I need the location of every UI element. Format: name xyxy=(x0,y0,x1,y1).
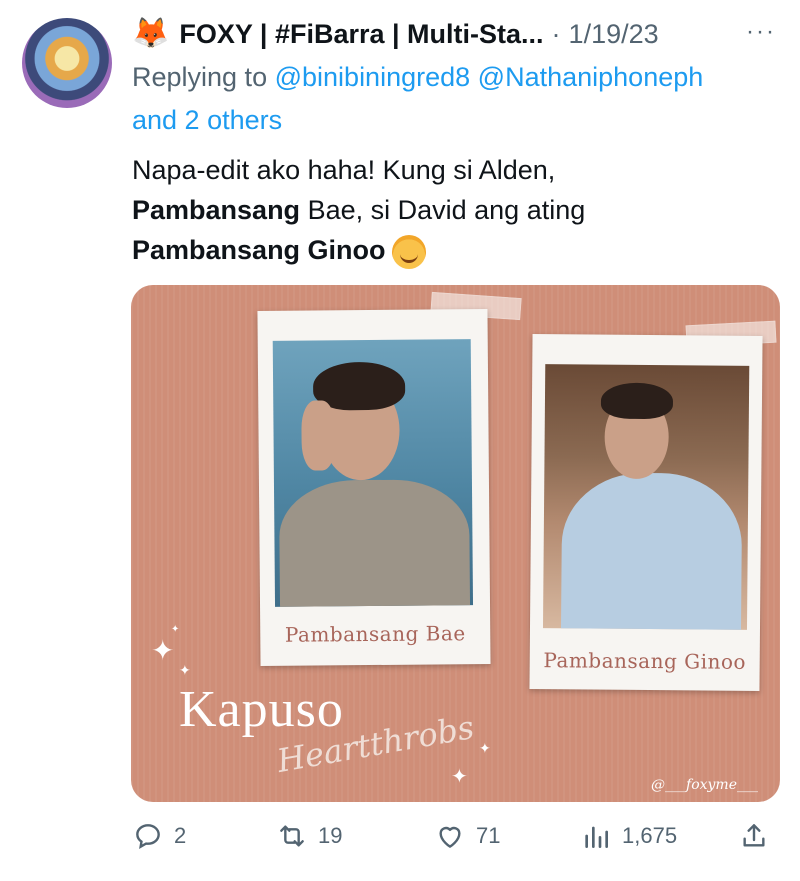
views-button[interactable]: 1,675 xyxy=(580,820,677,852)
retweet-count: 19 xyxy=(318,823,343,848)
photo-david xyxy=(542,364,750,630)
retweet-icon xyxy=(280,825,304,847)
sparkle-icon: ✦ xyxy=(179,662,191,678)
like-button[interactable]: 71 xyxy=(434,820,500,852)
replying-to-label: Replying to xyxy=(132,62,268,92)
hoodie-shape xyxy=(278,479,471,607)
views-count: 1,675 xyxy=(622,823,678,848)
sparkle-icon: ✦ xyxy=(151,635,175,666)
reply-icon xyxy=(136,824,160,849)
tweet-media-image[interactable]: Pambansang Bae Pambansang Ginoo ✦ ✦ ✦ Ka… xyxy=(131,285,780,802)
polaroid-left: Pambansang Bae xyxy=(257,309,491,666)
avatar[interactable] xyxy=(22,18,112,108)
fox-emoji-icon: 🦊 xyxy=(132,17,170,50)
display-name[interactable]: FOXY | #FiBarra | Multi-Sta... xyxy=(179,19,543,50)
tweet-date[interactable]: 1/19/23 xyxy=(569,19,659,50)
tweet-text: Napa-edit ako haha! Kung si Alden, Pamba… xyxy=(132,150,752,270)
reply-button[interactable]: 2 xyxy=(132,820,186,852)
sparkle-icon: ✦ xyxy=(171,624,180,635)
shirt-shape xyxy=(560,472,743,630)
more-options-icon[interactable]: ··· xyxy=(746,18,776,46)
retweet-button[interactable]: 19 xyxy=(276,820,342,852)
photo-caption: Pambansang Bae xyxy=(284,621,466,647)
share-button[interactable] xyxy=(738,820,770,852)
tweet-actions: 2 19 71 1,675 xyxy=(132,815,782,857)
replying-to: Replying to @binibiningred8 @Nathaniphon… xyxy=(132,56,782,142)
mention-link[interactable]: @Nathaniphoneph xyxy=(478,62,704,92)
smiling-face-with-hearts-emoji-icon xyxy=(391,234,426,269)
tweet-text-line: Napa-edit ako haha! Kung si Alden, xyxy=(132,155,556,185)
hand-shape xyxy=(301,400,336,471)
share-icon xyxy=(743,824,765,847)
like-count: 71 xyxy=(476,823,501,848)
photo-alden xyxy=(272,339,474,607)
tweet-text-bold: Pambansang Ginoo xyxy=(132,235,386,265)
like-icon xyxy=(439,826,461,848)
tweet-text-line: Bae, si David ang ating xyxy=(300,195,586,225)
media-title: Kapuso xyxy=(179,681,344,738)
polaroid-right: Pambansang Ginoo xyxy=(529,334,763,691)
views-icon xyxy=(585,826,608,848)
sparkle-icon: ✦ xyxy=(451,766,468,788)
mention-others-link[interactable]: and 2 others xyxy=(132,105,282,135)
sparkle-icon: ✦ xyxy=(479,740,491,756)
hair-shape xyxy=(600,382,674,420)
separator: · xyxy=(551,18,561,49)
mention-link[interactable]: @binibiningred8 xyxy=(275,62,471,92)
tweet-header: 🦊 FOXY | #FiBarra | Multi-Sta... · 1/19/… xyxy=(132,14,800,54)
media-watermark: @___foxyme___ xyxy=(651,777,758,793)
reply-count: 2 xyxy=(174,823,187,848)
tweet-text-bold: Pambansang xyxy=(132,195,301,225)
photo-caption: Pambansang Ginoo xyxy=(543,648,747,674)
